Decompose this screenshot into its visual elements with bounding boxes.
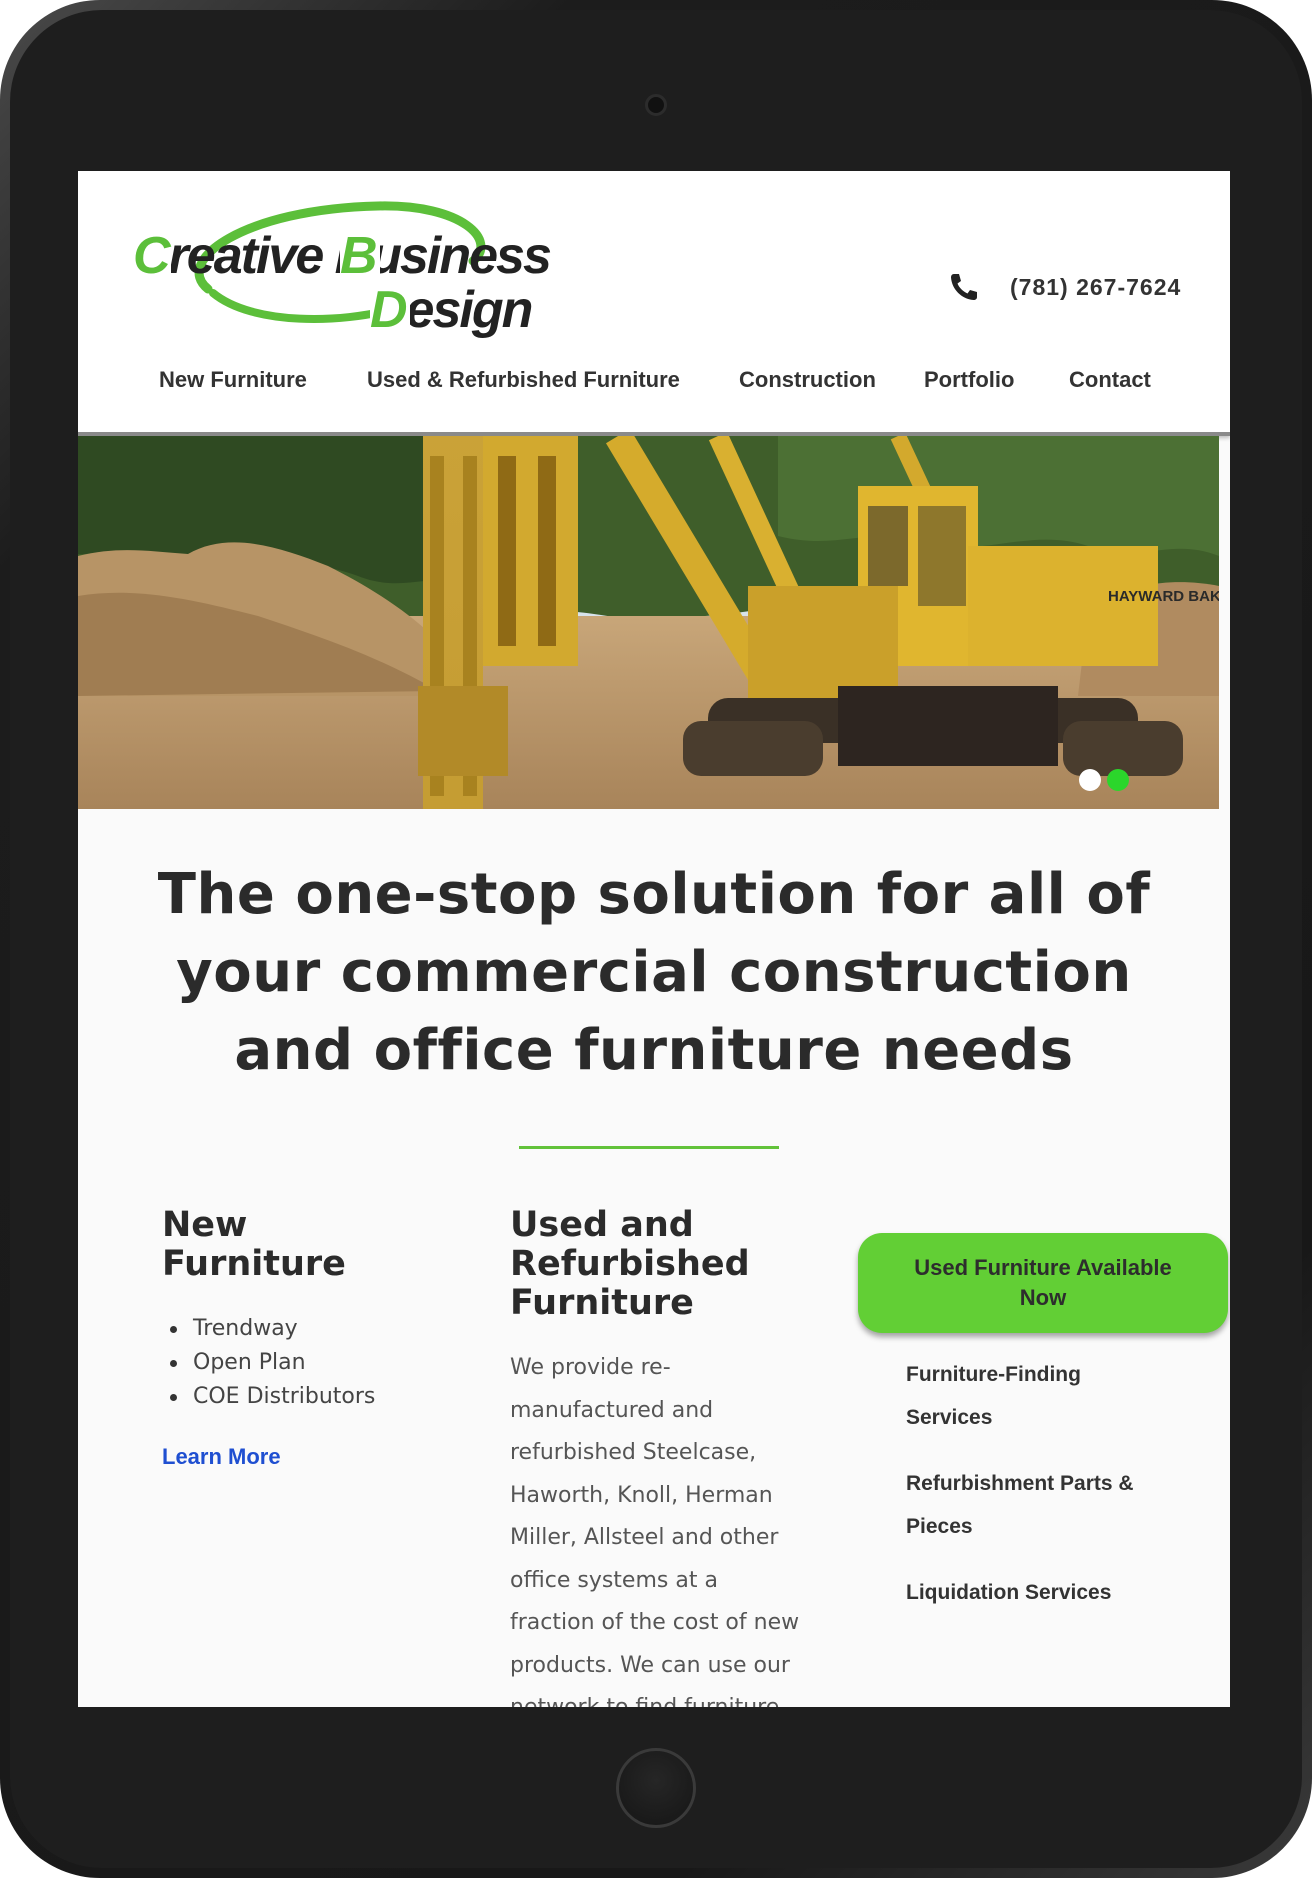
brand-coe-distributors: COE Distributors [193,1384,376,1409]
camera-icon [645,94,667,116]
page-headline: The one-stop solution for all of your co… [157,862,1151,1083]
svg-text:B: B [340,227,378,285]
nav-contact[interactable]: Contact [1069,367,1151,393]
svg-text:D: D [370,281,408,339]
list-item: Trendway [162,1312,462,1346]
used-furniture-title-line1: Used and [510,1205,694,1245]
phone-icon [951,274,977,300]
nav-new-furniture[interactable]: New Furniture [159,367,307,393]
used-furniture-description: We provide re-manufactured and refurbish… [510,1355,800,1707]
nav-used-refurbished-furniture[interactable]: Used & Refurbished Furniture [367,367,680,393]
used-furniture-available-button[interactable]: Used Furniture Available Now [858,1233,1228,1333]
main-nav: New Furniture Used & Refurbished Furnitu… [78,367,1230,407]
hero-image: HAYWARD BAKER [78,436,1219,809]
new-furniture-title: New Furniture [162,1206,462,1284]
nav-construction[interactable]: Construction [739,367,876,393]
service-liquidation[interactable]: Liquidation Services [906,1571,1146,1614]
phone-number[interactable]: (781) 267-7624 [1010,274,1181,301]
nav-portfolio[interactable]: Portfolio [924,367,1014,393]
service-furniture-finding[interactable]: Furniture-Finding Services [906,1353,1146,1439]
equipment-label: HAYWARD BAKER [1108,588,1219,605]
list-item: Open Plan [162,1346,462,1380]
learn-more-link[interactable]: Learn More [162,1444,462,1470]
site-logo[interactable]: Creative Business Design C B D [133,201,563,341]
services-section: Used Furniture Available Now Furniture-F… [858,1233,1230,1637]
brand-list: Trendway Open Plan COE Distributors [162,1312,462,1414]
new-furniture-title-line1: New [162,1205,248,1245]
slider-dots [1079,769,1129,791]
phone-contact[interactable]: (781) 267-7624 [948,269,1181,305]
new-furniture-title-line2: Furniture [162,1244,346,1284]
section-divider [519,1146,779,1149]
services-list: Furniture-Finding Services Refurbishment… [906,1353,1146,1614]
brand-trendway: Trendway [193,1316,298,1341]
hero-slider: HAYWARD BAKER [78,436,1219,809]
slider-dot-1[interactable] [1079,769,1101,791]
used-furniture-title-line2: Refurbished [510,1244,750,1284]
used-furniture-title: Used and Refurbished Furniture [510,1206,810,1323]
list-item: COE Distributors [162,1380,462,1414]
site-header: Creative Business Design C B D (781) 267… [78,171,1230,436]
service-refurbishment-parts[interactable]: Refurbishment Parts & Pieces [906,1462,1146,1548]
new-furniture-section: New Furniture Trendway Open Plan COE Dis… [162,1206,462,1470]
browser-screen: Creative Business Design C B D (781) 267… [78,171,1230,1707]
svg-text:C: C [133,227,172,285]
tablet-frame: Creative Business Design C B D (781) 267… [0,0,1312,1878]
used-furniture-title-line3: Furniture [510,1283,694,1323]
brand-open-plan: Open Plan [193,1350,306,1375]
logo-graphic: Creative Business Design C B D [133,201,553,339]
home-button[interactable] [616,1748,696,1828]
used-furniture-section: Used and Refurbished Furniture We provid… [510,1206,810,1708]
slider-dot-2-active[interactable] [1107,769,1129,791]
